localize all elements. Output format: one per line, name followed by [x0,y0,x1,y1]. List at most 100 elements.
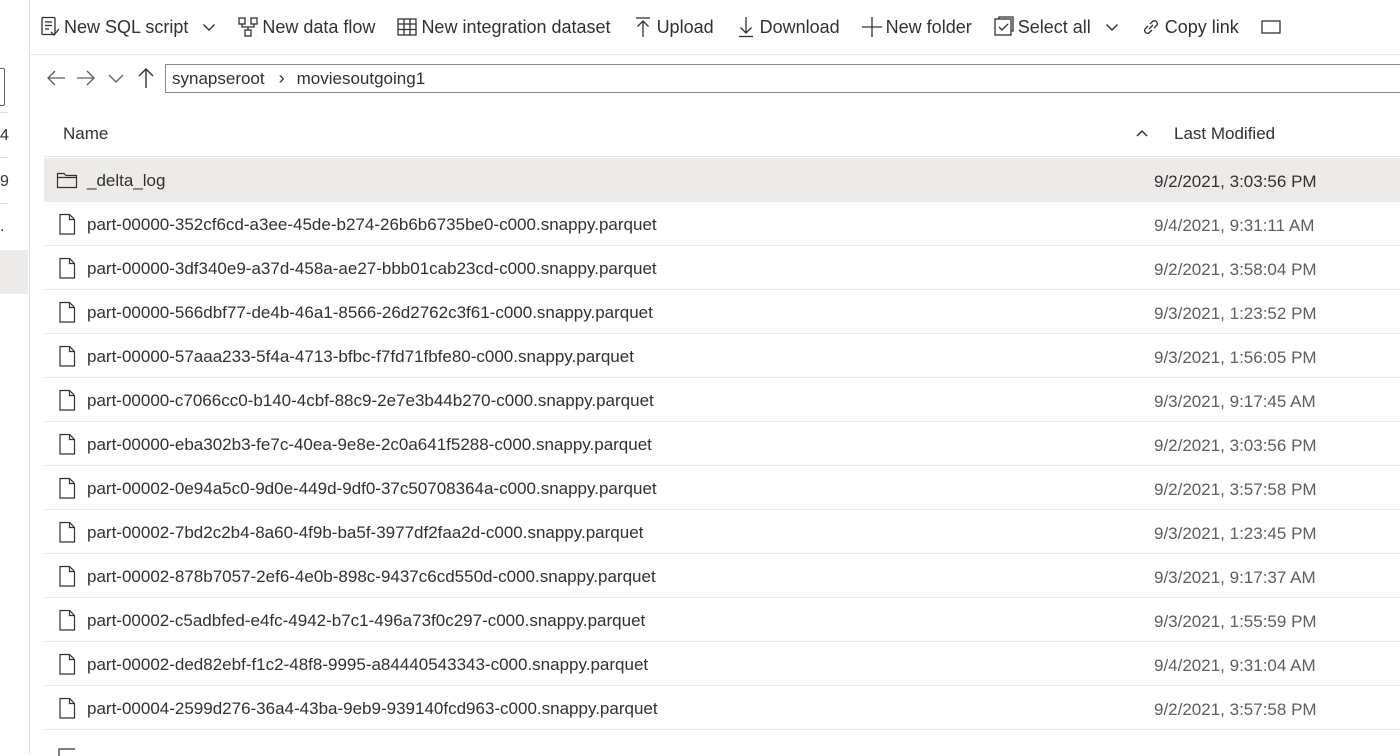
file-icon [59,257,76,279]
arrow-up-icon [138,68,154,88]
new-integration-dataset-label: New integration dataset [421,16,611,37]
sidebar-text-fragment: 4 [0,127,9,144]
upload-button[interactable]: Upload [623,0,726,54]
folder-icon [56,172,78,189]
file-icon [59,477,76,499]
recent-locations-button[interactable] [104,63,128,93]
file-row[interactable]: part-00002-878b7057-2ef6-4e0b-898c-9437c… [44,554,1400,598]
row-name: part-00004-2599d276-36a4-43ba-9eb9-93914… [87,699,658,718]
row-last-modified: 9/2/2021, 3:58:04 PM [1154,260,1317,279]
file-row[interactable]: part-00002-0e94a5c0-9d0e-449d-9df0-37c50… [44,466,1400,510]
row-last-modified: 9/3/2021, 1:23:52 PM [1154,304,1317,323]
row-last-modified: 9/2/2021, 3:03:56 PM [1154,172,1317,191]
file-icon [59,301,76,323]
up-button[interactable] [134,63,158,93]
row-last-modified: 9/2/2021, 3:03:56 PM [1154,436,1317,455]
chevron-down-icon[interactable] [202,20,216,34]
new-folder-button[interactable]: New folder [852,0,984,54]
sort-ascending-icon[interactable] [1135,126,1149,140]
sidebar-divider [0,203,8,204]
copy-link-label: Copy link [1164,16,1239,37]
partial-row [44,742,1400,756]
sql-script-icon [41,16,60,36]
new-data-flow-label: New data flow [262,16,376,37]
row-last-modified: 9/3/2021, 1:55:59 PM [1154,612,1317,631]
file-icon [59,433,76,455]
row-name: part-00002-7bd2c2b4-8a60-4f9b-ba5f-3977d… [87,523,644,542]
row-last-modified: 9/3/2021, 1:56:05 PM [1154,348,1317,367]
file-icon [59,653,76,675]
download-button[interactable]: Download [726,0,852,54]
upload-icon [635,17,650,37]
download-icon [738,17,753,38]
row-last-modified: 9/3/2021, 9:17:45 AM [1154,392,1316,411]
chevron-down-icon [108,74,124,83]
row-name: _delta_log [87,171,166,190]
row-name: part-00000-566dbf77-de4b-46a1-8566-26d27… [87,303,653,322]
row-name: part-00000-3df340e9-a37d-458a-ae27-bbb01… [87,259,657,278]
data-flow-icon [238,17,259,37]
file-icon [59,389,76,411]
row-name: part-00002-ded82ebf-f1c2-48f8-9995-a8444… [87,655,649,674]
select-all-icon [994,16,1014,36]
row-last-modified: 9/3/2021, 9:17:37 AM [1154,568,1316,587]
file-icon [59,697,76,719]
file-row[interactable]: part-00000-566dbf77-de4b-46a1-8566-26d27… [44,290,1400,334]
file-icon [59,565,76,587]
file-row[interactable]: part-00004-2599d276-36a4-43ba-9eb9-93914… [44,686,1400,730]
sidebar-input-fragment[interactable] [0,68,5,106]
upload-label: Upload [656,16,714,37]
column-header-last-modified[interactable]: Last Modified [1174,124,1275,144]
sidebar-text-fragment: 9 [0,173,9,190]
breadcrumb-item-current[interactable]: moviesoutgoing1 [297,69,426,89]
plus-icon [861,17,882,37]
file-row[interactable]: part-00000-57aaa233-5f4a-4713-bfbc-f7fd7… [44,334,1400,378]
row-name: part-00002-0e94a5c0-9d0e-449d-9df0-37c50… [87,479,657,498]
download-label: Download [759,16,840,37]
left-sidebar: 4 9 . [0,0,30,754]
file-row[interactable]: part-00000-352cf6cd-a3ee-45de-b274-26b6b… [44,202,1400,246]
link-icon [1143,20,1158,34]
row-name: part-00002-878b7057-2ef6-4e0b-898c-9437c… [87,567,656,586]
row-name: part-00002-c5adbfed-e4fc-4942-b7c1-496a7… [87,611,646,630]
file-row[interactable]: part-00000-3df340e9-a37d-458a-ae27-bbb01… [44,246,1400,290]
column-header-name[interactable]: Name [63,124,108,144]
back-button[interactable] [44,63,68,93]
toolbar: New SQL script New data flow New integra… [30,0,1400,55]
row-last-modified: 9/2/2021, 3:57:58 PM [1154,700,1317,719]
chevron-down-icon[interactable] [1105,20,1119,34]
file-icon [59,213,76,235]
file-row[interactable]: part-00002-c5adbfed-e4fc-4942-b7c1-496a7… [44,598,1400,642]
sidebar-selected-item[interactable] [0,250,28,294]
row-name: part-00000-352cf6cd-a3ee-45de-b274-26b6b… [87,215,657,234]
address-bar[interactable]: synapseroot › moviesoutgoing1 [165,64,1400,93]
select-all-button[interactable]: Select all [984,0,1131,54]
file-row[interactable]: part-00002-7bd2c2b4-8a60-4f9b-ba5f-3977d… [44,510,1400,554]
breadcrumb-item-root[interactable]: synapseroot [166,69,265,89]
file-icon [59,609,76,631]
row-name: part-00000-eba302b3-fe7c-40ea-9e8e-2c0a6… [87,435,652,454]
more-button[interactable] [1251,0,1285,54]
sidebar-text-fragment: . [0,218,5,235]
row-last-modified: 9/4/2021, 9:31:04 AM [1154,656,1316,675]
file-row[interactable]: part-00000-eba302b3-fe7c-40ea-9e8e-2c0a6… [44,422,1400,466]
file-row[interactable]: part-00002-ded82ebf-f1c2-48f8-9995-a8444… [44,642,1400,686]
sidebar-divider [0,112,8,113]
row-last-modified: 9/2/2021, 3:57:58 PM [1154,480,1317,499]
new-sql-script-button[interactable]: New SQL script [30,0,228,54]
new-folder-label: New folder [885,16,972,37]
row-last-modified: 9/4/2021, 9:31:11 AM [1154,216,1315,235]
new-integration-dataset-button[interactable]: New integration dataset [387,0,622,54]
file-icon [59,521,76,543]
more-icon [1261,20,1281,34]
file-icon [59,345,76,367]
file-row[interactable]: part-00000-c7066cc0-b140-4cbf-88c9-2e7e3… [44,378,1400,422]
forward-button[interactable] [74,63,98,93]
new-data-flow-button[interactable]: New data flow [228,0,387,54]
copy-link-button[interactable]: Copy link [1131,0,1251,54]
row-name: part-00000-57aaa233-5f4a-4713-bfbc-f7fd7… [87,347,634,366]
file-list-header: Name Last Modified [44,110,1400,157]
arrow-left-icon [47,70,65,86]
row-name: part-00000-c7066cc0-b140-4cbf-88c9-2e7e3… [87,391,654,410]
folder-row[interactable]: _delta_log 9/2/2021, 3:03:56 PM [44,158,1400,202]
